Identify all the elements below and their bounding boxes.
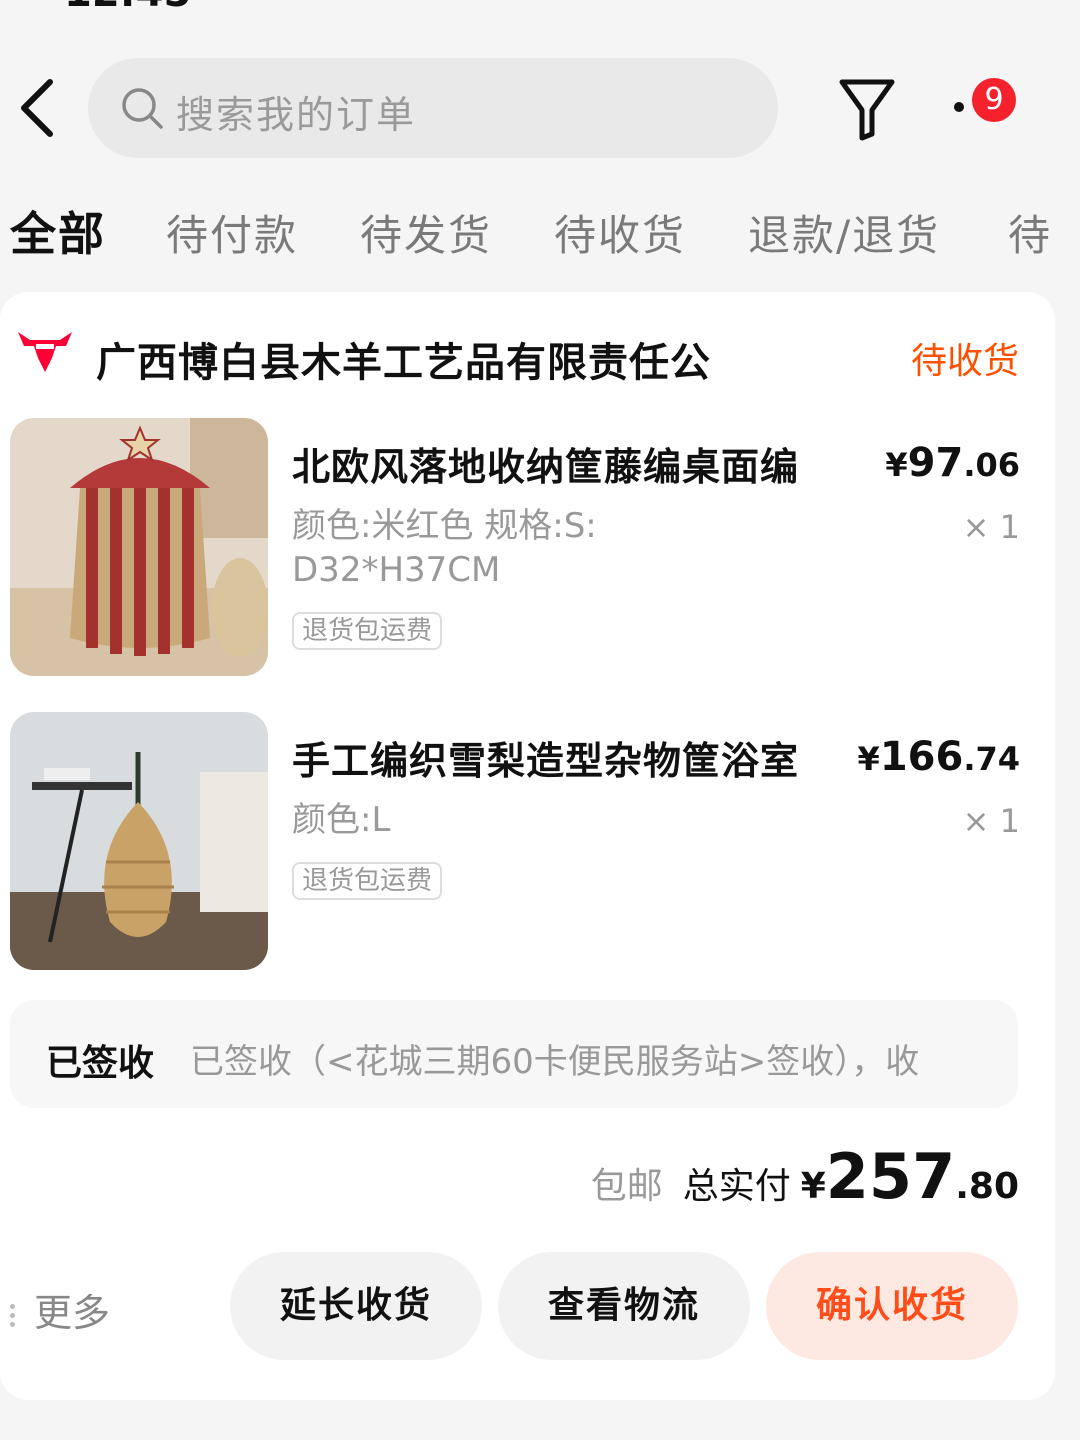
tab-pending-payment[interactable]: 待付款 <box>166 202 298 263</box>
product-image[interactable] <box>10 418 268 676</box>
logistics-label: 已签收 <box>46 1043 155 1084</box>
product-price: ¥166.74 <box>858 734 1020 780</box>
extend-receipt-button[interactable]: 延长收货 <box>230 1252 482 1360</box>
product-quantity: × 1 <box>962 508 1020 546</box>
total-integer: 257 <box>825 1140 956 1213</box>
return-shipping-tag: 退货包运费 <box>292 612 443 650</box>
price-integer: 166 <box>879 734 964 780</box>
more-dot-icon <box>954 102 964 112</box>
filter-icon[interactable] <box>838 76 896 142</box>
tab-review[interactable]: 待 <box>1008 202 1052 263</box>
confirm-receipt-button[interactable]: 确认收货 <box>766 1252 1018 1360</box>
logistics-status[interactable]: 已签收 已签收（<花城三期60卡便民服务站>签收），收 <box>10 1000 1018 1108</box>
status-icons <box>750 0 970 6</box>
product-title[interactable]: 手工编织雪梨造型杂物筐浴室 <box>292 730 799 785</box>
return-shipping-tag: 退货包运费 <box>292 862 443 900</box>
price-integer: 97 <box>907 440 964 486</box>
price-currency: ¥ <box>857 740 880 778</box>
order-item[interactable]: 手工编织雪梨造型杂物筐浴室 颜色:L 退货包运费 ¥166.74 × 1 <box>10 712 1020 972</box>
product-sku: 颜色:米红色 规格:S: D32*H37CM <box>292 506 597 590</box>
total-currency: ¥ <box>800 1166 826 1207</box>
order-status-badge: 待收货 <box>910 341 1019 382</box>
total-label: 总实付 <box>682 1166 791 1207</box>
next-card-edge <box>0 1404 1080 1440</box>
price-decimal: .74 <box>963 740 1020 778</box>
tab-refund[interactable]: 退款/退货 <box>748 202 940 263</box>
product-quantity: × 1 <box>962 802 1020 840</box>
price-currency: ¥ <box>885 446 908 484</box>
tmall-logo-icon <box>16 328 74 374</box>
free-shipping-label: 包邮 <box>590 1166 663 1207</box>
search-placeholder: 搜索我的订单 <box>176 93 417 137</box>
more-label: 更多 <box>34 1291 111 1335</box>
order-item[interactable]: 北欧风落地收纳筐藤编桌面编 颜色:米红色 规格:S: D32*H37CM 退货包… <box>10 418 1020 678</box>
back-arrow-icon[interactable] <box>16 78 60 138</box>
view-logistics-button[interactable]: 查看物流 <box>498 1252 750 1360</box>
tab-pending-receipt[interactable]: 待收货 <box>554 202 686 263</box>
product-image[interactable] <box>10 712 268 970</box>
order-total: 包邮 总实付 ¥257.80 <box>590 1140 1019 1213</box>
logistics-detail: 已签收（<花城三期60卡便民服务站>签收），收 <box>190 1042 920 1082</box>
more-actions-button[interactable]: 更多 <box>10 1282 110 1337</box>
status-time: 12:45 <box>64 0 191 16</box>
more-menu-button[interactable]: 9 <box>946 78 1026 138</box>
product-price: ¥97.06 <box>885 440 1020 486</box>
notification-badge: 9 <box>972 78 1016 122</box>
order-card[interactable]: 广西博白县木羊工艺品有限责任公 待收货 北欧风落地收纳筐藤编桌面编 颜色:米红色… <box>0 292 1055 1400</box>
vertical-dots-icon <box>10 1300 16 1331</box>
search-icon <box>120 86 164 130</box>
price-decimal: .06 <box>963 446 1020 484</box>
status-bar: 12:45 <box>0 0 1080 16</box>
top-bar: 搜索我的订单 9 <box>0 56 1080 160</box>
search-input[interactable]: 搜索我的订单 <box>88 58 778 158</box>
tab-pending-shipment[interactable]: 待发货 <box>360 202 492 263</box>
shop-name[interactable]: 广西博白县木羊工艺品有限责任公 <box>96 330 711 388</box>
order-tabs: 全部 待付款 待发货 待收货 退款/退货 待 <box>0 196 1080 268</box>
tab-all[interactable]: 全部 <box>10 198 106 264</box>
product-sku: 颜色:L <box>292 800 391 840</box>
total-decimal: .80 <box>955 1166 1019 1207</box>
product-title[interactable]: 北欧风落地收纳筐藤编桌面编 <box>292 436 799 491</box>
